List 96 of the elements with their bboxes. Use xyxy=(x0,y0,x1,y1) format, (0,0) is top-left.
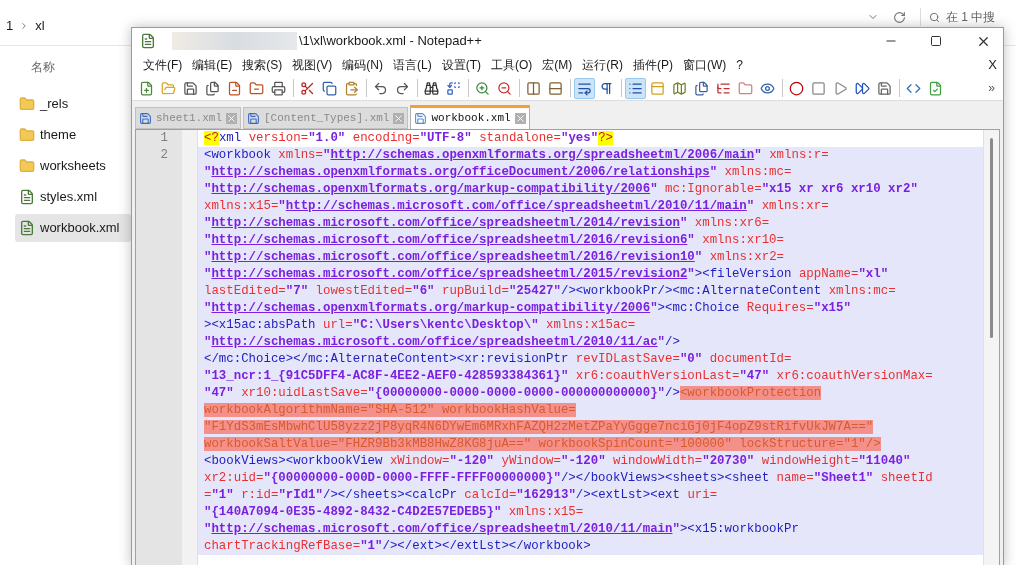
code-line: lastEdited="7" lowestEdited="6" rupBuild="25427"/><workbookPr/><mc:AlternateContent xmlns:mc= xyxy=(204,283,897,300)
file-tab[interactable]: workbook.xml xyxy=(410,105,530,129)
file-list-item[interactable]: _rels xyxy=(15,90,131,118)
line-number: 1 xyxy=(160,131,168,145)
copy-icon xyxy=(322,80,337,96)
app-icon xyxy=(140,33,156,49)
play-icon xyxy=(833,80,848,96)
menu-item[interactable]: 视图(V) xyxy=(287,56,338,74)
window-title: \1\xl\workbook.xml - Notepad++ xyxy=(299,32,482,51)
code-line: "{140A7094-0E35-4892-8432-C4D2E57EDEB5}" xmlns:x15= xyxy=(204,504,585,521)
code-line: "http://schemas.microsoft.com/office/spreadsheetml/2016/revision10" xmlns:xr2= xyxy=(204,249,785,266)
document-icon xyxy=(19,220,35,236)
file-check-icon xyxy=(928,80,943,96)
breadcrumb-item[interactable]: xl xyxy=(35,16,45,36)
code-line: xmlns:x15="http://schemas.microsoft.com/office/spreadsheetml/2010/11/main" xmlns:xr= xyxy=(204,198,830,215)
folder-icon xyxy=(19,127,35,143)
record-icon xyxy=(789,80,804,96)
undo-icon xyxy=(373,80,388,96)
file-list-item[interactable]: styles.xml xyxy=(15,183,131,211)
rows-icon xyxy=(548,80,563,96)
save-icon xyxy=(183,80,198,96)
redo-icon xyxy=(395,80,410,96)
file-list-item[interactable]: theme xyxy=(15,121,131,149)
code-line: <?xml version="1.0" encoding="UTF-8" standalone="yes"?> xyxy=(204,130,615,147)
line-number: 2 xyxy=(160,148,168,162)
list-icon xyxy=(628,80,643,96)
code-line: </mc:Choice></mc:AlternateContent><xr:revisionPtr revIDLastSave="0" documentId= xyxy=(204,351,793,368)
map-icon xyxy=(672,80,687,96)
panel-icon xyxy=(650,80,665,96)
menu-item[interactable]: 编辑(E) xyxy=(187,56,238,74)
stop-icon xyxy=(811,80,826,96)
fast-forward-icon xyxy=(855,80,870,96)
code-line: "http://schemas.openxmlformats.org/officeDocument/2006/relationships" xmlns:mc= xyxy=(204,164,793,181)
code-line: ><x15ac:absPath url="C:\Users\kentc\Desktop\" xmlns:x15ac= xyxy=(204,317,637,334)
toolbar-overflow[interactable]: » xyxy=(988,79,995,97)
vertical-scrollbar[interactable] xyxy=(983,130,999,565)
refresh-icon[interactable] xyxy=(893,10,906,24)
replace-icon xyxy=(446,80,461,96)
folder-icon xyxy=(19,158,35,174)
documents-icon xyxy=(694,80,709,96)
file-minus-icon xyxy=(227,80,242,96)
code-line: "http://schemas.microsoft.com/office/spreadsheetml/2010/11/main"><x15:workbookPr xyxy=(204,521,800,538)
search-icon xyxy=(929,11,940,23)
pilcrow-icon xyxy=(599,80,614,96)
folder-icon xyxy=(738,80,753,96)
menu-item[interactable]: 窗口(W) xyxy=(678,56,732,74)
save-icon xyxy=(877,80,892,96)
menu-item[interactable]: 运行(R) xyxy=(577,56,628,74)
code-line: ="1" r:id="rId1"/></sheets><calcPr calcId="162913"/><extLst><ext uri= xyxy=(204,487,719,504)
breadcrumb-item[interactable]: 1 xyxy=(6,16,14,36)
close-document-button[interactable]: X xyxy=(988,55,997,75)
code-line: chartTrackingRefBase="1"/></ext></extLst></workbook> xyxy=(204,538,592,555)
code-line: "http://schemas.microsoft.com/office/spreadsheetml/2010/11/ac"/> xyxy=(204,334,681,351)
save-icon xyxy=(247,111,260,125)
search-field[interactable]: 在 1 中搜 xyxy=(920,8,1012,26)
code-line: "13_ncr:1_{91C5DFF4-AC8F-4EE2-AEF0-428593384361}" xr6:coauthVersionLast="47" xr6:coauthVersionMax= xyxy=(204,368,934,385)
folder-icon xyxy=(161,80,176,96)
toolbar-button[interactable] xyxy=(574,77,595,99)
zoom-in-icon xyxy=(475,80,490,96)
menu-item[interactable]: 设置(T) xyxy=(436,56,486,74)
maximize-icon[interactable] xyxy=(930,35,942,47)
code-line: xr2:uid="{00000000-000D-0000-FFFF-FFFF00000000}"/></bookViews><sheets><sheet name="Sheet1" sheetId xyxy=(204,470,934,487)
list-tree-icon xyxy=(716,80,731,96)
save-icon xyxy=(139,111,152,125)
menu-item[interactable]: ? xyxy=(731,56,748,74)
paste-icon xyxy=(344,80,359,96)
menu-item[interactable]: 语言(L) xyxy=(388,56,437,74)
code-line: "http://schemas.openxmlformats.org/markup-compatibility/2006" mc:Ignorable="x15 xr xr6 xr10 xr2" xyxy=(204,181,919,198)
zoom-out-icon xyxy=(497,80,512,96)
new-file-icon xyxy=(139,80,154,96)
file-list-item[interactable]: worksheets xyxy=(15,152,131,180)
menu-item[interactable]: 编码(N) xyxy=(337,56,388,74)
menu-item[interactable]: 搜索(S) xyxy=(237,56,288,74)
wrap-text-icon xyxy=(577,80,592,96)
scissors-icon xyxy=(300,80,315,96)
code-line: <workbook xmlns="http://schemas.openxmlformats.org/spreadsheetml/2006/main" xmlns:r= xyxy=(204,147,830,164)
columns-icon xyxy=(526,80,541,96)
menu-item[interactable]: 宏(M) xyxy=(537,56,578,74)
code-line: <bookViews><workbookView xWindow="-120" yWindow="-120" windowWidth="20730" windowHeight="11040" xyxy=(204,453,912,470)
document-icon xyxy=(19,189,35,205)
folder-minus-icon xyxy=(249,80,264,96)
code-line: "http://schemas.openxmlformats.org/markup-compatibility/2006"><mc:Choice Requires="x15" xyxy=(204,300,852,317)
eye-icon xyxy=(760,80,775,96)
file-list-item[interactable]: workbook.xml xyxy=(15,214,131,242)
save-icon xyxy=(414,112,428,125)
binoculars-icon xyxy=(424,80,439,96)
menu-item[interactable]: 工具(O) xyxy=(486,56,538,74)
files-icon xyxy=(205,80,220,96)
printer-icon xyxy=(271,80,286,96)
code-line: "http://schemas.microsoft.com/office/spreadsheetml/2014/revision" xmlns:xr6= xyxy=(204,215,771,232)
menu-item[interactable]: 文件(F) xyxy=(138,56,188,74)
menu-item[interactable]: 插件(P) xyxy=(628,56,678,74)
folder-icon xyxy=(19,96,35,112)
column-header[interactable]: 名称 xyxy=(15,58,131,76)
code-line: "http://schemas.microsoft.com/office/spreadsheetml/2016/revision6" xmlns:xr10= xyxy=(204,232,785,249)
code-line: "http://schemas.microsoft.com/office/spreadsheetml/2015/revision2"><fileVersion appName="xl" xyxy=(204,266,890,283)
